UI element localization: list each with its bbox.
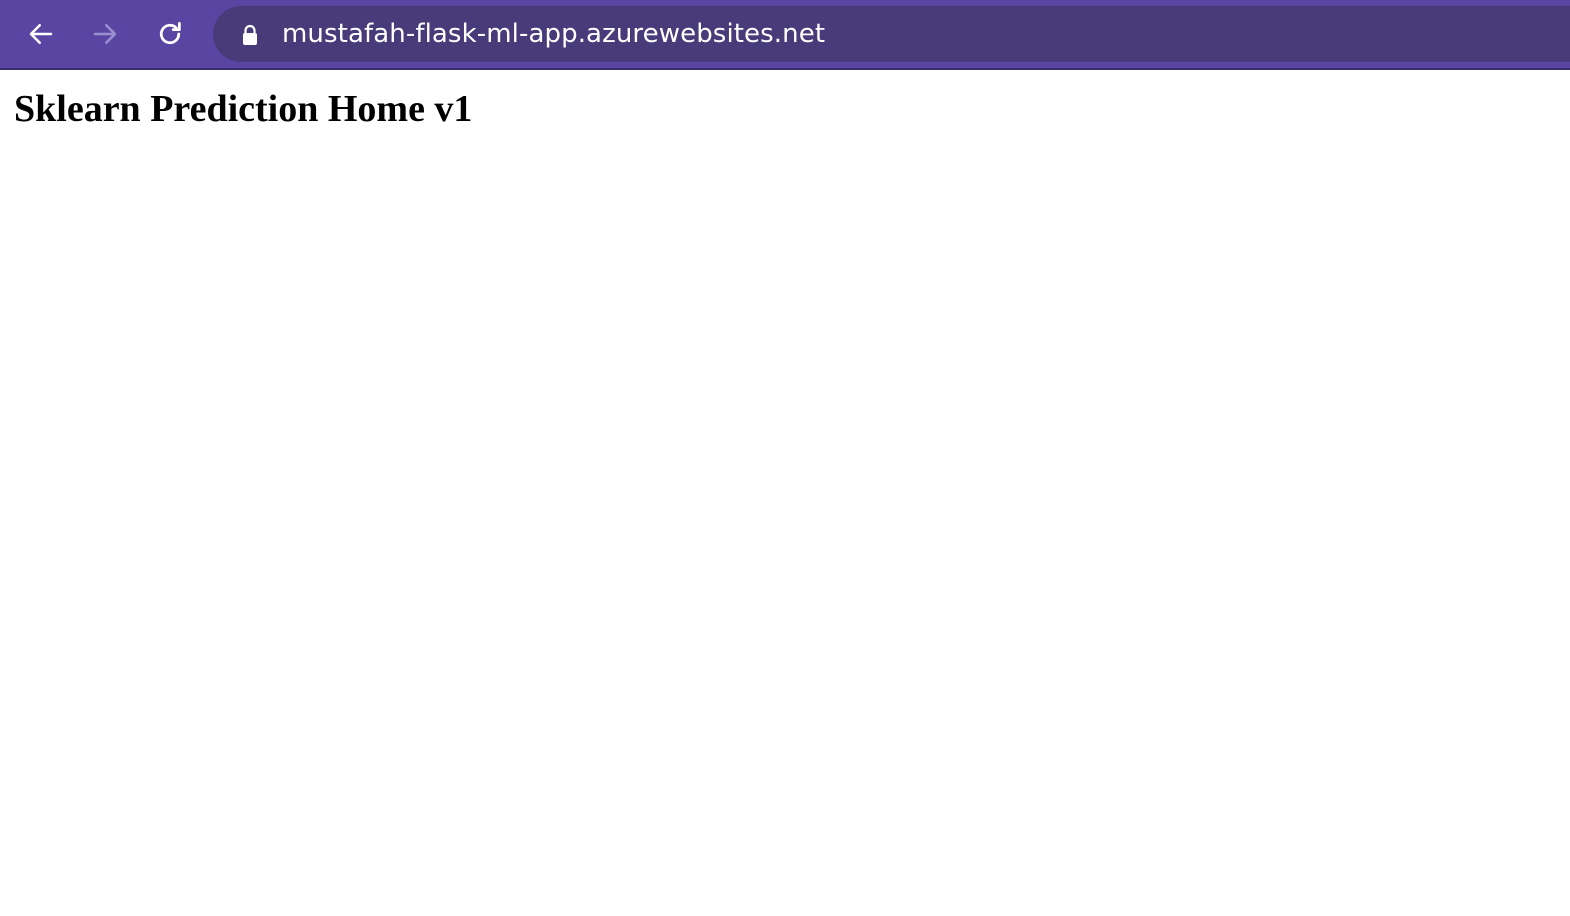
back-button[interactable] bbox=[21, 14, 61, 54]
address-bar[interactable]: mustafah-flask-ml-app.azurewebsites.net bbox=[213, 6, 1570, 62]
reload-button[interactable] bbox=[150, 14, 190, 54]
back-arrow-icon bbox=[29, 24, 53, 44]
browser-toolbar: mustafah-flask-ml-app.azurewebsites.net bbox=[0, 0, 1570, 70]
forward-arrow-icon bbox=[93, 24, 117, 44]
page-title: Sklearn Prediction Home v1 bbox=[14, 88, 473, 130]
lock-icon[interactable] bbox=[241, 24, 259, 46]
reload-icon bbox=[159, 22, 181, 45]
url-text[interactable]: mustafah-flask-ml-app.azurewebsites.net bbox=[282, 19, 825, 49]
page-content: Sklearn Prediction Home v1 bbox=[0, 72, 1570, 916]
forward-button[interactable] bbox=[85, 14, 125, 54]
